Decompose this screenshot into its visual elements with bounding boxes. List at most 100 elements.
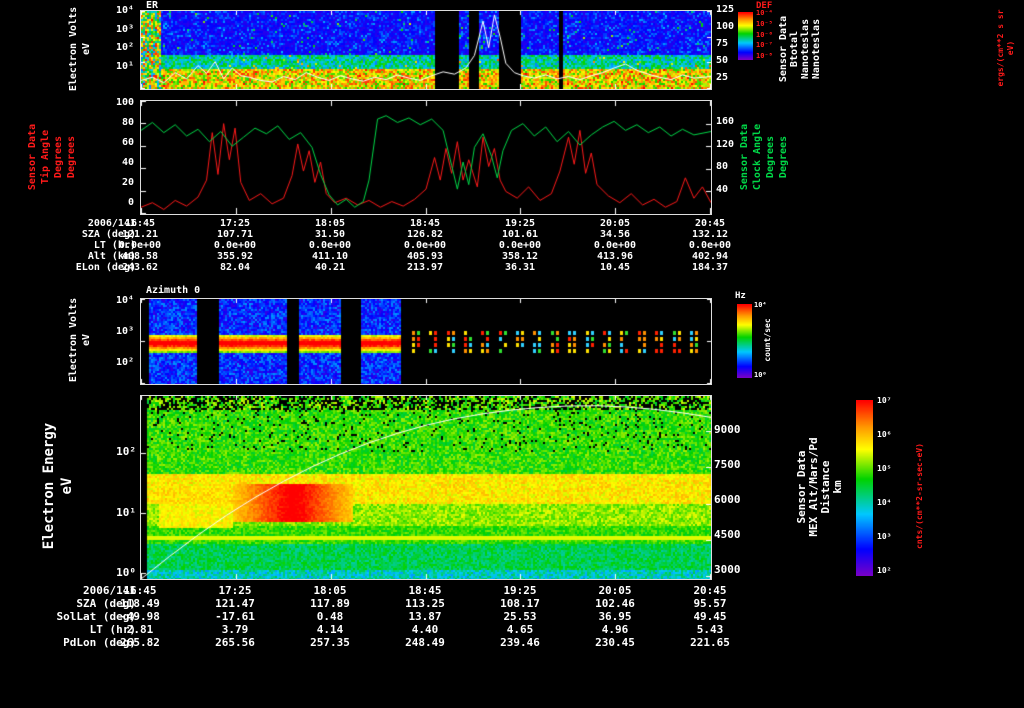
panel3-left-axis-title: Electron Volts eV bbox=[67, 290, 93, 390]
table-cell: 25.53 bbox=[503, 610, 537, 623]
axis-title-line: Nanoteslas bbox=[800, 18, 811, 80]
panel3-colorbar-units: count/sec bbox=[763, 318, 772, 362]
panel3-colorbar-title: Hz bbox=[735, 291, 746, 301]
er-spectrogram-panel bbox=[140, 10, 712, 90]
panel1-colorbar-units: ergs/(cm**2 s sr eV) bbox=[996, 9, 1015, 87]
table-cell: 19:25 bbox=[503, 584, 537, 597]
table-cell: 0.0e+00 bbox=[308, 240, 352, 251]
table-cell: 18:05 bbox=[314, 218, 346, 229]
table-cell: 10.45 bbox=[599, 262, 631, 273]
table-cell: 2.81 bbox=[126, 623, 154, 636]
table-cell: 0.0e+00 bbox=[213, 240, 257, 251]
colorbar-tick-label: 10³ bbox=[877, 532, 892, 541]
panel1-left-axis-title: Electron Volts eV bbox=[67, 0, 93, 99]
table-cell: 20:05 bbox=[598, 584, 632, 597]
table-cell: 101.61 bbox=[501, 229, 539, 240]
axis-title-line: Electron Volts bbox=[68, 297, 79, 383]
tick-label: 10¹ bbox=[116, 505, 136, 519]
table-cell: 20:45 bbox=[693, 584, 727, 597]
table-cell: 95.57 bbox=[693, 597, 727, 610]
table-cell: 0.0e+00 bbox=[403, 240, 447, 251]
panel2-left-axis-title: Sensor Data Tip Angle Degrees Degrees bbox=[26, 107, 78, 207]
axis-title-line: Sensor Data bbox=[739, 123, 750, 191]
angles-line-panel bbox=[140, 100, 712, 215]
table-cell: 5.43 bbox=[696, 623, 724, 636]
table-cell: 121.47 bbox=[215, 597, 255, 610]
table-cell: 239.46 bbox=[500, 636, 540, 649]
table-cell: 355.92 bbox=[216, 251, 254, 262]
table-cell: 405.93 bbox=[406, 251, 444, 262]
table-cell: 0.0e+00 bbox=[688, 240, 732, 251]
table-cell: 102.46 bbox=[595, 597, 635, 610]
tick-label: 10⁰ bbox=[116, 566, 136, 579]
plot-window: ER 10⁴ 10³ 10² 10¹ Electron Volts eV 125 100 7… bbox=[0, 0, 1024, 708]
table-cell: 3.79 bbox=[221, 623, 249, 636]
table-cell: 411.10 bbox=[311, 251, 349, 262]
tick-label: 10² bbox=[116, 445, 136, 458]
tick-label: 9000 bbox=[714, 423, 741, 436]
tick-label: 10⁴ bbox=[115, 5, 134, 16]
panel2-right-axis-title: Sensor Data Clock Angle Degrees Degrees bbox=[738, 107, 790, 207]
table-cell: 221.65 bbox=[690, 636, 730, 649]
table-cell: 4.96 bbox=[601, 623, 629, 636]
colorbar-tick-label: 10⁻⁵ bbox=[756, 19, 773, 28]
tick-label: 7500 bbox=[714, 458, 741, 471]
axis-title-line: Electron Energy bbox=[41, 422, 57, 550]
table1-row-values: 121.21 107.71 31.50 126.82 101.61 34.56 132.12 bbox=[100, 229, 750, 240]
panel4-right-axis-title: Sensor Data MEX Alt/Mars/Pd Distance km bbox=[795, 422, 844, 552]
table-cell: 265.56 bbox=[215, 636, 255, 649]
tick-label: 3000 bbox=[714, 563, 741, 576]
table-cell: 16:45 bbox=[123, 584, 157, 597]
table-cell: 0.48 bbox=[316, 610, 344, 623]
table-cell: 34.56 bbox=[599, 229, 631, 240]
table1-row-values: 0.0e+00 0.0e+00 0.0e+00 0.0e+00 0.0e+00 0.0e+… bbox=[100, 240, 750, 251]
colorbar-tick-label: 10⁷ bbox=[877, 396, 892, 405]
table-cell: 113.25 bbox=[405, 597, 445, 610]
table2-row-values: -49.98 -17.61 0.48 13.87 25.53 36.95 49.45 bbox=[100, 610, 750, 623]
table-cell: 4.65 bbox=[506, 623, 534, 636]
table-cell: 19:25 bbox=[504, 218, 536, 229]
tick-label: 10³ bbox=[115, 326, 134, 337]
table-cell: 184.37 bbox=[691, 262, 729, 273]
table-cell: 107.71 bbox=[216, 229, 254, 240]
table-cell: 17:25 bbox=[218, 584, 252, 597]
table-cell: 230.45 bbox=[595, 636, 635, 649]
table-cell: 126.82 bbox=[406, 229, 444, 240]
table-cell: 18:45 bbox=[409, 218, 441, 229]
tick-label: 6000 bbox=[714, 493, 741, 506]
panel4-left-ticks: 10² 10¹ 10⁰ bbox=[98, 446, 136, 578]
table2-row-values: 118.49 121.47 117.89 113.25 108.17 102.46 95.5… bbox=[100, 597, 750, 610]
colorbar-tick-label: 10⁻⁸ bbox=[756, 52, 773, 60]
table-cell: 13.87 bbox=[408, 610, 442, 623]
table-cell: 40.21 bbox=[314, 262, 346, 273]
table-cell: 0.0e+00 bbox=[498, 240, 542, 251]
tick-label: 10² bbox=[115, 357, 134, 368]
table-cell: 118.49 bbox=[120, 597, 160, 610]
axis-title-line: eV bbox=[59, 477, 75, 495]
table-cell: 257.35 bbox=[310, 636, 350, 649]
table-cell: 49.45 bbox=[693, 610, 727, 623]
table-cell: 16:45 bbox=[124, 218, 156, 229]
tick-label: 0 bbox=[127, 197, 134, 208]
table-cell: -17.61 bbox=[215, 610, 255, 623]
table-cell: 117.89 bbox=[310, 597, 350, 610]
panel3-left-ticks: 10⁴ 10³ 10² bbox=[94, 296, 134, 368]
table-cell: -49.98 bbox=[120, 610, 160, 623]
tick-label: 4500 bbox=[714, 528, 741, 541]
table-cell: 248.49 bbox=[405, 636, 445, 649]
table-cell: 18:05 bbox=[313, 584, 347, 597]
table-cell: 408.58 bbox=[121, 251, 159, 262]
colorbar-tick-label: 10⁻⁷ bbox=[756, 41, 773, 50]
panel1-colorbar bbox=[738, 12, 753, 60]
axis-title-line: Electron Volts bbox=[68, 6, 79, 92]
table-cell: 18:45 bbox=[408, 584, 442, 597]
axis-title-line: Nanoteslas bbox=[811, 18, 822, 80]
panel1-right-axis-title: Sensor Data Btotal Nanoteslas Nanoteslas bbox=[778, 4, 822, 94]
panel3-title: Azimuth 0 bbox=[146, 285, 201, 296]
table-cell: 20:45 bbox=[694, 218, 726, 229]
axis-title-line: km bbox=[831, 480, 844, 494]
axis-title-line: Degrees bbox=[66, 135, 77, 179]
table-cell: 108.17 bbox=[500, 597, 540, 610]
tick-label: 60 bbox=[121, 137, 134, 148]
axis-title-line: Clock Angle bbox=[752, 123, 763, 191]
